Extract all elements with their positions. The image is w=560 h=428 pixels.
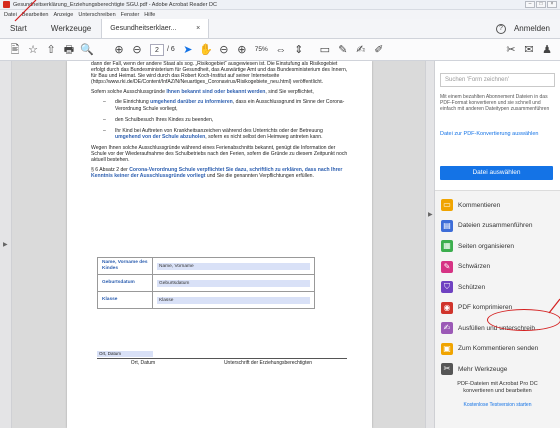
annotation-line-right — [548, 298, 560, 314]
annotation-line-top — [14, 0, 37, 22]
annotation-lines — [14, 0, 560, 314]
